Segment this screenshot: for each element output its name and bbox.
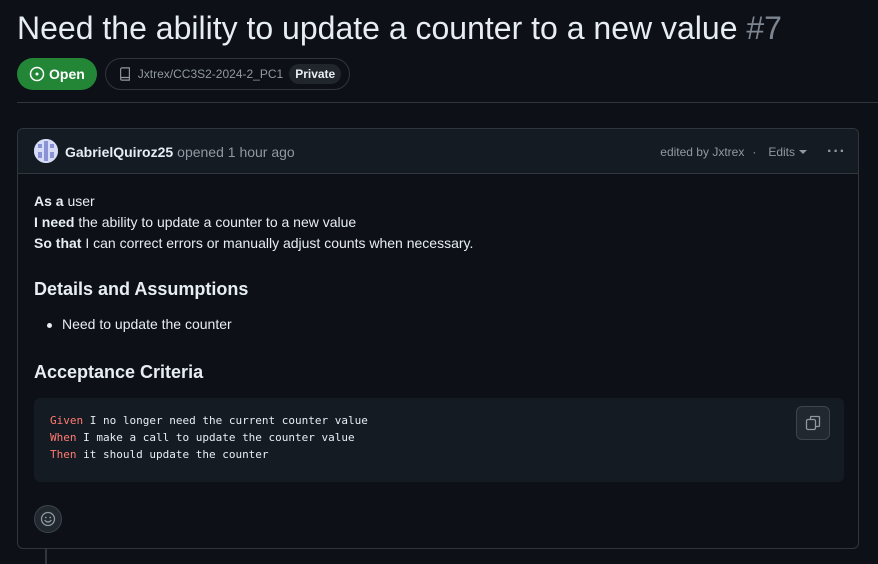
story-text: the ability to update a counter to a new…	[74, 214, 357, 230]
code-line: Then it should update the counter	[50, 446, 828, 463]
code-text: it should update the counter	[76, 448, 269, 461]
add-reaction-button[interactable]	[34, 505, 62, 533]
issue-number: #7	[746, 10, 782, 46]
copy-button[interactable]	[796, 406, 830, 440]
header-divider	[17, 102, 878, 103]
issue-title-text: Need the ability to update a counter to …	[17, 10, 738, 46]
issue-title: Need the ability to update a counter to …	[17, 8, 877, 48]
copy-icon	[805, 415, 821, 431]
story-text: user	[63, 193, 95, 209]
code-keyword: When	[50, 431, 77, 444]
story-line-3: So that I can correct errors or manually…	[34, 233, 842, 254]
list-item: Need to update the counter	[47, 316, 232, 332]
code-text: I no longer need the current counter val…	[83, 414, 368, 427]
issue-opened-icon	[29, 66, 45, 82]
separator-dot: ·	[752, 144, 757, 159]
smiley-icon	[40, 511, 56, 527]
details-heading: Details and Assumptions	[34, 279, 249, 299]
issue-meta: Open Jxtrex/CC3S2-2024-2_PC1 Private	[17, 58, 351, 90]
details-list: Need to update the counter	[47, 316, 232, 332]
code-line: Given I no longer need the current count…	[50, 412, 828, 429]
code-keyword: Then	[50, 448, 77, 461]
repo-pill[interactable]: Jxtrex/CC3S2-2024-2_PC1 Private	[104, 58, 351, 90]
timeline-line	[45, 549, 47, 564]
comment-body: As a user I need the ability to update a…	[34, 191, 842, 254]
edits-dropdown[interactable]: Edits	[768, 144, 808, 159]
visibility-badge: Private	[289, 64, 342, 84]
story-line-1: As a user	[34, 191, 842, 212]
comment-author-line: GabrielQuiroz25 opened 1 hour ago	[65, 129, 295, 174]
comment-header: GabrielQuiroz25 opened 1 hour ago edited…	[18, 129, 858, 174]
code-block: Given I no longer need the current count…	[34, 398, 844, 482]
edits-label: Edits	[768, 144, 796, 159]
issue-comment: GabrielQuiroz25 opened 1 hour ago edited…	[17, 128, 859, 549]
comment-actions: edited by Jxtrex · Edits ···	[660, 129, 846, 174]
story-keyword: I need	[34, 214, 75, 230]
chevron-down-icon	[799, 149, 808, 154]
state-badge: Open	[17, 58, 97, 90]
story-text: I can correct errors or manually adjust …	[81, 235, 474, 251]
code-keyword: Given	[50, 414, 84, 427]
code-line: When I make a call to update the counter…	[50, 429, 828, 446]
repo-icon	[119, 67, 130, 81]
repo-name[interactable]: Jxtrex/CC3S2-2024-2_PC1	[138, 67, 283, 81]
author-link[interactable]: GabrielQuiroz25	[65, 144, 173, 160]
story-line-2: I need the ability to update a counter t…	[34, 212, 842, 233]
avatar-icon	[34, 139, 58, 163]
story-keyword: As a	[34, 193, 64, 209]
state-label: Open	[49, 66, 85, 82]
edited-by: edited by Jxtrex	[660, 144, 745, 159]
opened-time[interactable]: opened 1 hour ago	[177, 144, 295, 160]
avatar[interactable]	[34, 139, 58, 163]
code-text: I make a call to update the counter valu…	[76, 431, 355, 444]
kebab-menu-icon[interactable]: ···	[827, 143, 846, 161]
story-keyword: So that	[34, 235, 82, 251]
criteria-heading: Acceptance Criteria	[34, 362, 204, 382]
